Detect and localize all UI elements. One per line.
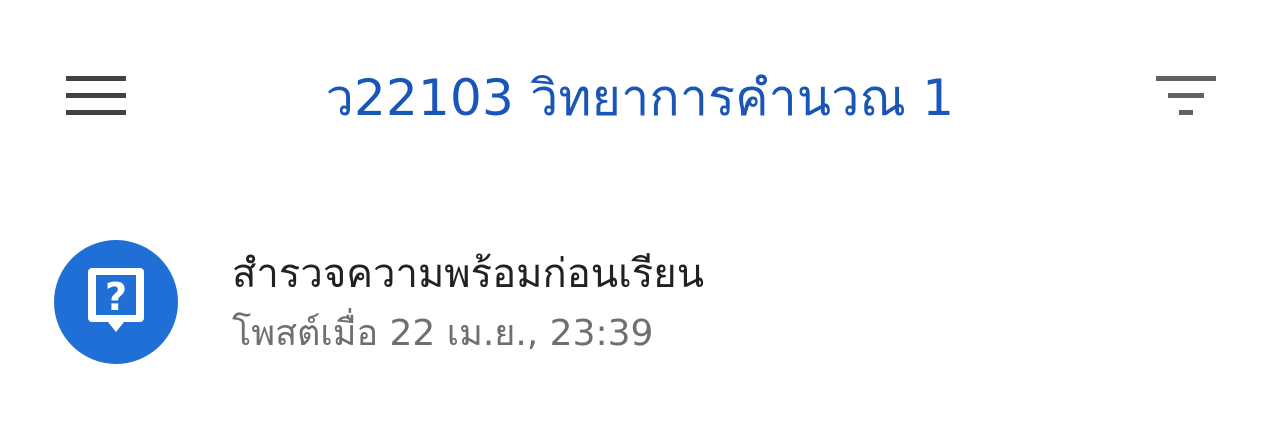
- posted-prefix: โพสต์เมื่อ: [232, 313, 379, 354]
- svg-text:?: ?: [105, 275, 127, 319]
- filter-button[interactable]: [1138, 52, 1234, 140]
- filter-icon: [1156, 76, 1216, 115]
- post-timestamp: โพสต์เมื่อ 22 เม.ย., 23:39: [232, 310, 653, 358]
- hamburger-menu-icon: [66, 76, 126, 115]
- menu-button[interactable]: [48, 52, 144, 140]
- question-icon: ?: [54, 240, 178, 364]
- app-screen: ว22103 วิทยาการคำนวณ 1 ? สำรวจความพร้อมก…: [0, 0, 1280, 428]
- posted-date: 22 เม.ย., 23:39: [389, 313, 654, 354]
- top-app-bar: ว22103 วิทยาการคำนวณ 1: [0, 0, 1280, 192]
- stream-item[interactable]: ? สำรวจความพร้อมก่อนเรียน โพสต์เมื่อ 22 …: [0, 222, 1280, 382]
- post-title: สำรวจความพร้อมก่อนเรียน: [232, 251, 705, 297]
- class-title: ว22103 วิทยาการคำนวณ 1: [325, 69, 955, 127]
